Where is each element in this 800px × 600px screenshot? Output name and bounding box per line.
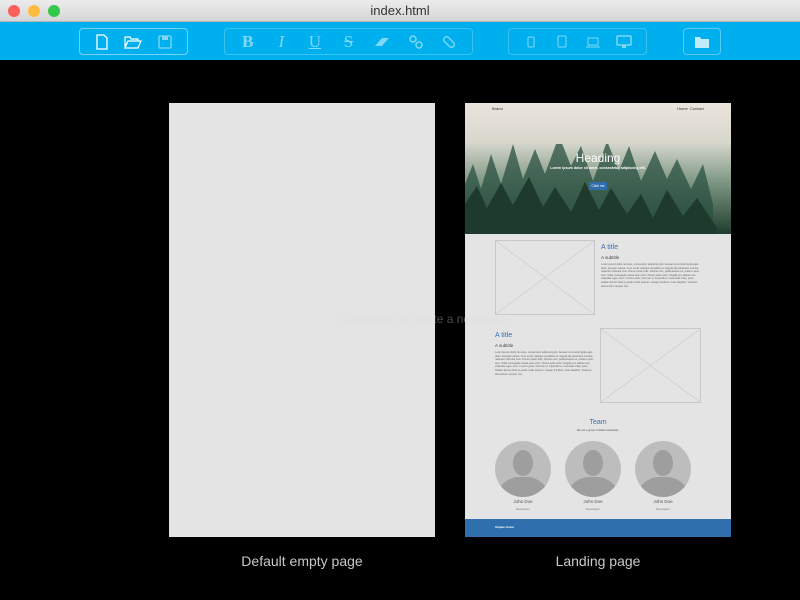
- maximize-window-button[interactable]: [48, 5, 60, 17]
- avatar: [565, 441, 621, 497]
- title-bar: index.html: [0, 0, 800, 22]
- phone-icon[interactable]: [520, 31, 542, 53]
- hero-section: Brand Home Contact Heading Lorem ipsum d…: [465, 103, 731, 234]
- folder-group: [683, 28, 721, 55]
- close-window-button[interactable]: [8, 5, 20, 17]
- strikethrough-icon[interactable]: S: [337, 31, 359, 53]
- device-group: [508, 28, 647, 55]
- tablet-icon[interactable]: [551, 31, 573, 53]
- member-name: John Doe: [583, 499, 603, 504]
- folder-icon[interactable]: [691, 31, 713, 53]
- open-folder-icon[interactable]: [122, 31, 144, 53]
- nav-contact: Contact: [690, 106, 704, 111]
- save-icon[interactable]: [154, 31, 176, 53]
- feature-title: A title: [601, 244, 619, 251]
- eraser-icon[interactable]: [371, 31, 393, 53]
- team-subtitle: We are a group of skilled individuals.: [576, 429, 620, 432]
- footer-text: Simple footer: [495, 525, 515, 529]
- feature-subtitle: A subtitle: [495, 343, 514, 348]
- format-group: B I U S: [224, 28, 473, 55]
- toolbar: B I U S: [0, 22, 800, 60]
- template-label: Default empty page: [241, 553, 363, 569]
- feature-text: Lorem ipsum dolor sit amet, consectetur …: [495, 351, 594, 376]
- hero-button: Click me: [589, 182, 607, 190]
- feature-subtitle: A subtitle: [601, 255, 620, 260]
- nav-home: Home: [677, 106, 688, 111]
- member-name: John Doe: [513, 499, 533, 504]
- team-title: Team: [589, 419, 607, 426]
- new-file-icon[interactable]: [91, 31, 113, 53]
- desktop-icon[interactable]: [613, 31, 635, 53]
- image-placeholder: [495, 240, 595, 315]
- window-title: index.html: [370, 3, 430, 18]
- member-role: Developer: [516, 507, 530, 511]
- avatar: [495, 441, 551, 497]
- nav-brand: Brand: [492, 106, 503, 111]
- image-placeholder: [600, 328, 701, 403]
- template-label: Landing page: [555, 553, 641, 569]
- footer: Simple footer: [465, 519, 731, 537]
- create-page-hint: Click here to create a new page: [340, 312, 509, 326]
- italic-icon[interactable]: I: [270, 31, 292, 53]
- member-name: John Doe: [653, 499, 673, 504]
- bold-icon[interactable]: B: [237, 31, 259, 53]
- avatar: [635, 441, 691, 497]
- minimize-window-button[interactable]: [28, 5, 40, 17]
- link-icon[interactable]: [405, 31, 427, 53]
- unlink-icon[interactable]: [438, 31, 460, 53]
- member-role: Developer: [586, 507, 600, 511]
- underline-icon[interactable]: U: [304, 31, 326, 53]
- feature-title: A title: [495, 332, 513, 339]
- member-role: Developer: [656, 507, 670, 511]
- hero-heading: Heading: [575, 151, 621, 165]
- file-group: [79, 28, 188, 55]
- laptop-icon[interactable]: [582, 31, 604, 53]
- feature-text: Lorem ipsum dolor sit amet, consectetur …: [601, 263, 700, 288]
- hero-text: Lorem ipsum dolor sit amet, consectetur …: [550, 166, 646, 170]
